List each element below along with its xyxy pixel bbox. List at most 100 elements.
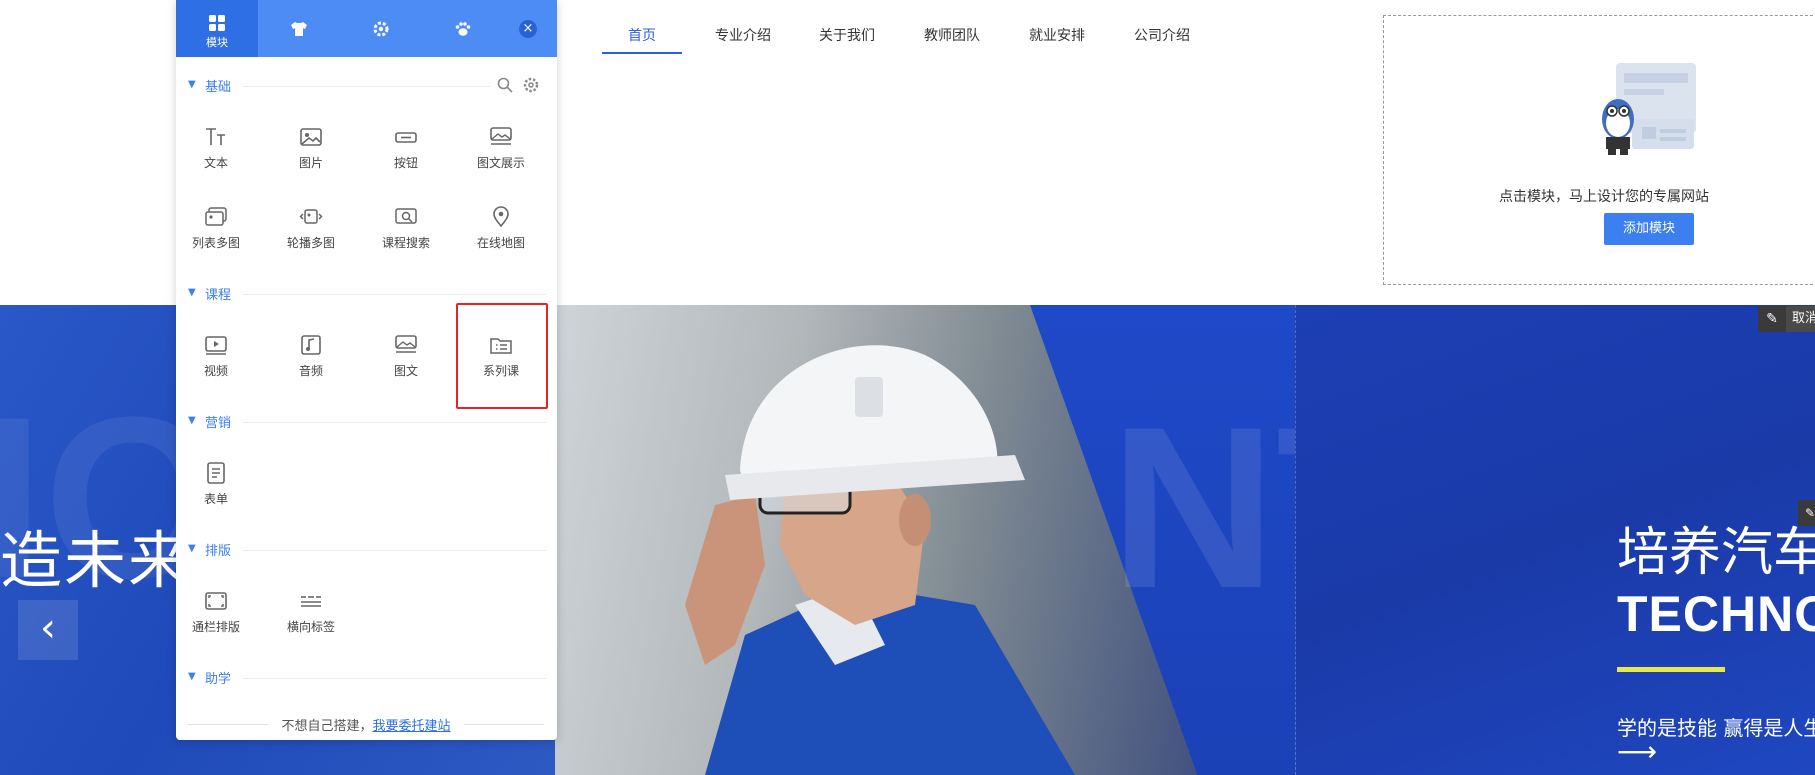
nav-item-company[interactable]: 公司介绍 [1127,22,1197,54]
horizontal-tabs-icon [301,596,321,607]
module-audio[interactable]: 音频 [271,334,351,394]
module-multi-image-list[interactable]: 列表多图 [176,206,256,266]
module-label: 图文展示 [476,156,525,170]
video-icon [205,336,227,355]
caret-down-icon: ▼ [188,415,196,426]
module-label: 列表多图 [191,236,240,250]
multi-image-list-icon [205,207,227,226]
grid-icon [209,15,225,31]
robot-mascot-illustration [1602,63,1696,155]
module-label: 在线地图 [476,236,525,250]
carousel-prev-button[interactable]: ‹ [18,600,78,660]
footer-divider-right [464,724,544,725]
course-search-icon [395,208,417,224]
tab-modules[interactable]: 模块 [176,0,258,57]
module-label: 轮播多图 [286,236,335,250]
module-label: 图片 [298,156,323,170]
pencil-icon: ✎ [1766,311,1778,327]
caret-down-icon: ▼ [188,671,196,682]
shirt-icon [291,22,307,36]
add-module-button[interactable]: 添加模块 [1604,213,1694,245]
module-label: 文本 [203,156,228,170]
nav-item-teachers[interactable]: 教师团队 [917,22,987,54]
section-divider [243,86,490,87]
section-basic-title: 基础 [205,80,232,95]
caret-down-icon: ▼ [188,79,196,90]
panel-footer: 不想自己搭建，我要委托建站 [188,715,544,734]
button-icon [395,132,417,143]
section-marketing-title: 营销 [205,416,232,431]
banner-right-title: 培养汽车 [1617,523,1815,583]
audio-icon [301,335,321,355]
tab-modules-label: 模块 [206,36,228,49]
module-label: 通栏排版 [191,620,240,634]
cancel-edit-button[interactable]: 取消 [1786,306,1815,332]
delegate-build-link[interactable]: 我要委托建站 [373,719,451,734]
module-form[interactable]: 表单 [176,462,256,522]
section-divider [243,550,546,551]
caret-down-icon: ▼ [188,287,196,298]
gear-icon[interactable] [522,76,540,94]
full-width-icon [205,592,227,610]
search-icon[interactable] [496,76,514,94]
module-label: 横向标签 [286,620,335,634]
panel-tabs: 模块 × [176,0,557,57]
nav-item-about[interactable]: 关于我们 [812,22,882,54]
tab-plugins[interactable] [422,0,504,57]
paw-icon [455,22,471,36]
module-image-text-display[interactable]: 图文展示 [461,126,541,186]
gear-icon [373,21,389,37]
module-text[interactable]: 文本 [176,126,256,186]
banner-accent-bar [1617,667,1725,672]
section-study-header[interactable]: ▼ 助学 [188,668,546,688]
tab-theme[interactable] [258,0,340,57]
section-divider [243,678,546,679]
form-icon [207,462,225,484]
module-label: 表单 [203,492,228,506]
pencil-icon: ✎ [1804,506,1815,520]
module-label: 视频 [203,364,228,378]
section-course-title: 课程 [205,288,232,303]
nav-item-jobs[interactable]: 就业安排 [1022,22,1092,54]
module-image-text[interactable]: 图文 [366,334,446,394]
module-course-search[interactable]: 课程搜索 [366,206,446,266]
close-icon: × [522,21,534,36]
banner-left-title: 造未来 [0,524,193,597]
module-label: 图文 [393,364,418,378]
tab-settings[interactable] [340,0,422,57]
footer-text: 不想自己搭建， [281,719,373,734]
section-course-header[interactable]: ▼ 课程 [188,284,546,304]
section-study-title: 助学 [205,672,232,687]
section-layout-title: 排版 [205,544,232,559]
section-basic-header[interactable]: ▼ 基础 [188,76,546,96]
module-label: 课程搜索 [381,236,430,250]
text-icon [206,128,225,145]
image-icon [300,128,322,146]
chevron-left-icon: ‹ [40,605,56,651]
empty-module-placeholder: 点击模块，马上设计您的专属网站 添加模块 [1383,15,1815,285]
carousel-icon [299,209,323,224]
module-horizontal-tabs[interactable]: 横向标签 [271,590,351,650]
image-text-icon [395,335,417,353]
edit-pencil-button[interactable]: ✎ [1758,306,1786,332]
nav-item-home[interactable]: 首页 [602,22,682,54]
image-text-icon [490,127,512,145]
module-full-width-layout[interactable]: 通栏排版 [176,590,256,650]
module-label: 按钮 [393,156,418,170]
section-marketing-header[interactable]: ▼ 营销 [188,412,546,432]
close-panel-button[interactable]: × [519,20,537,38]
module-online-map[interactable]: 在线地图 [461,206,541,266]
banner-right-subtitle: TECHNO [1617,586,1815,642]
banner-arrow-icon: ⟶ [1617,735,1658,768]
edit-pencil-small-button[interactable]: ✎ [1798,500,1815,526]
module-carousel[interactable]: 轮播多图 [271,206,351,266]
caret-down-icon: ▼ [188,543,196,554]
module-video[interactable]: 视频 [176,334,256,394]
section-layout-header[interactable]: ▼ 排版 [188,540,546,560]
highlight-box [456,303,548,409]
module-image[interactable]: 图片 [271,126,351,186]
section-tools [496,76,540,94]
module-label: 音频 [298,364,323,378]
module-button[interactable]: 按钮 [366,126,446,186]
nav-item-majors[interactable]: 专业介绍 [708,22,778,54]
